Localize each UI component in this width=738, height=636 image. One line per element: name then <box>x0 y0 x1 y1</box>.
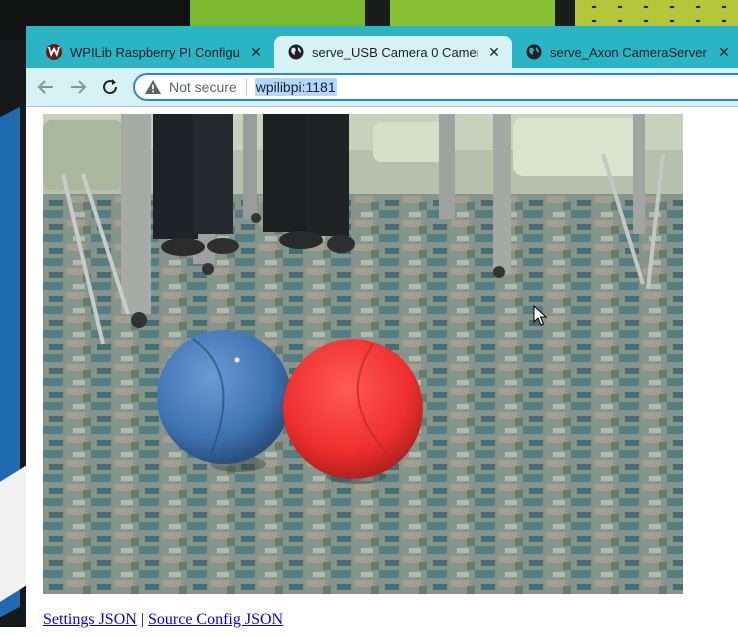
security-status[interactable]: Not secure <box>169 79 237 95</box>
url-text[interactable]: wpilibpi:1181 <box>254 78 337 96</box>
reload-button[interactable] <box>100 77 120 97</box>
close-icon[interactable]: ✕ <box>486 44 502 60</box>
warning-icon[interactable] <box>145 79 161 95</box>
globe-icon <box>288 44 304 60</box>
arrow-left-icon <box>37 80 53 94</box>
camera-stream-image <box>43 114 683 594</box>
close-icon[interactable]: ✕ <box>716 44 732 60</box>
forward-button[interactable] <box>68 77 88 97</box>
json-links: Settings JSON | Source Config JSON <box>43 611 283 629</box>
settings-json-link[interactable]: Settings JSON <box>43 611 137 628</box>
source-config-json-link[interactable]: Source Config JSON <box>148 611 283 628</box>
tab-usb-camera[interactable]: serve_USB Camera 0 CameraServer ✕ <box>274 36 512 68</box>
tab-strip: WPILib Raspberry PI Configuration ✕ serv… <box>26 26 738 68</box>
tab-title: serve_Axon CameraServer <box>550 44 707 60</box>
close-icon[interactable]: ✕ <box>248 44 264 60</box>
tab-title: serve_USB Camera 0 CameraServer <box>312 44 478 60</box>
address-bar[interactable]: Not secure wpilibpi:1181 <box>133 73 738 101</box>
divider <box>245 79 247 95</box>
arrow-right-icon <box>71 80 87 94</box>
globe-icon <box>526 44 542 60</box>
wpilib-icon <box>46 44 62 60</box>
page-content: Settings JSON | Source Config JSON <box>26 107 738 636</box>
browser-toolbar: Not secure wpilibpi:1181 <box>26 68 738 107</box>
tab-axon-camera[interactable]: serve_Axon CameraServer ✕ <box>512 36 738 68</box>
mouse-cursor-icon <box>533 305 547 326</box>
browser-window: WPILib Raspberry PI Configuration ✕ serv… <box>26 26 738 636</box>
reload-icon <box>103 79 118 95</box>
link-separator: | <box>140 611 144 628</box>
back-button[interactable] <box>36 77 56 97</box>
tab-title: WPILib Raspberry PI Configuration <box>70 44 240 60</box>
tab-wpilib-config[interactable]: WPILib Raspberry PI Configuration ✕ <box>32 36 274 68</box>
